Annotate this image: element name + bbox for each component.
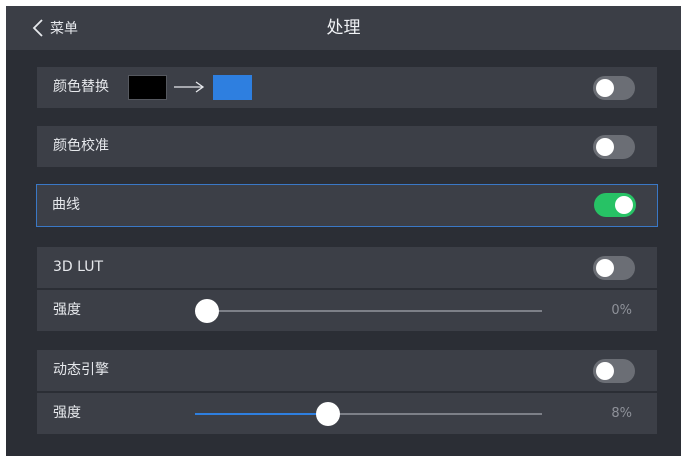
lut3d-toggle[interactable] [593,256,635,280]
dynamic-engine-label: 动态引擎 [53,362,109,378]
toggle-knob [596,362,614,380]
slider-thumb[interactable] [195,299,219,323]
lut3d-strength-slider[interactable] [195,299,542,323]
curve-row[interactable]: 曲线 [36,184,658,227]
curve-toggle[interactable] [594,193,636,217]
arrow-right-icon [174,81,205,93]
color-calibration-label: 颜色校准 [53,138,109,154]
divider [37,391,657,392]
dynamic-engine-strength-slider[interactable] [195,402,542,426]
dynamic-engine-strength-row: 强度 8% [37,393,657,434]
toggle-knob [596,259,614,277]
color-replace-label: 颜色替换 [53,79,109,95]
page-title: 处理 [326,18,361,38]
dynamic-engine-toggle[interactable] [593,359,635,383]
toggle-knob [596,79,614,97]
color-calibration-toggle[interactable] [593,135,635,159]
dynamic-engine-row[interactable]: 动态引擎 [37,350,657,391]
top-bar: 菜单 处理 [6,6,681,50]
lut3d-strength-value: 0% [611,303,632,318]
color-calibration-row[interactable]: 颜色校准 [37,126,657,167]
dynamic-engine-strength-value: 8% [611,406,632,421]
lut3d-label: 3D LUT [53,259,104,275]
slider-fill [195,413,328,415]
color-replace-row[interactable]: 颜色替换 [37,67,657,108]
color-replace-toggle[interactable] [593,76,635,100]
toggle-knob [596,138,614,156]
lut3d-strength-label: 强度 [53,302,81,318]
source-color-swatch[interactable] [128,75,167,100]
lut3d-row[interactable]: 3D LUT [37,247,657,288]
dynamic-engine-strength-label: 强度 [53,405,81,421]
slider-thumb[interactable] [316,402,340,426]
target-color-swatch[interactable] [213,75,252,100]
toggle-knob [615,196,633,214]
divider [37,288,657,289]
curve-label: 曲线 [52,197,80,213]
processing-screen: 菜单 处理 颜色替换 颜色校准 曲线 3D LUT 强度 0% 动态引擎 强度 … [6,6,681,456]
lut3d-strength-row: 强度 0% [37,290,657,331]
